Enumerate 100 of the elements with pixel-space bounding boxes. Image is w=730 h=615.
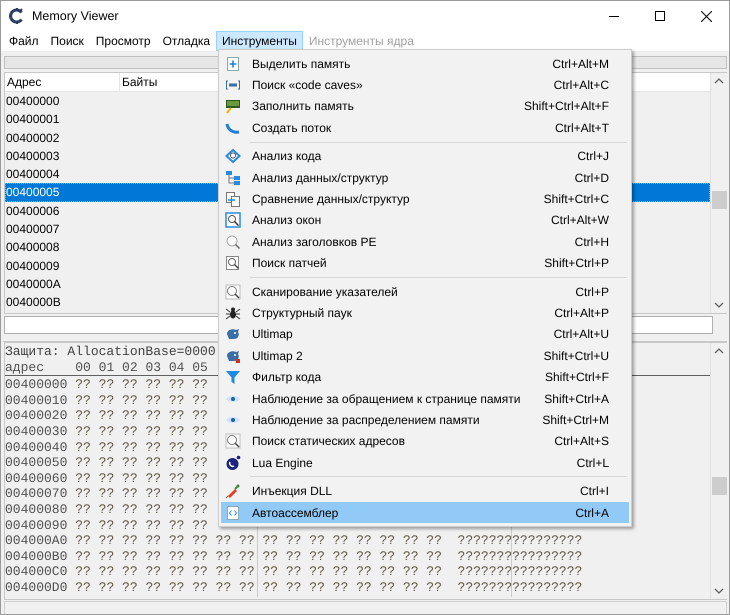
column-header: 00 01 02 03 04 05	[75, 360, 208, 375]
magnifier-icon	[225, 284, 241, 300]
code-file-icon	[225, 504, 241, 520]
hex-bytes: ?? ?? ?? ?? ?? ??	[75, 424, 208, 439]
column-header: адрес	[5, 360, 44, 375]
shortcut-text: Ctrl+H	[574, 234, 609, 249]
hex-bytes: ?? ?? ?? ?? ?? ?? ?? ?? ?? ?? ?? ?? ?? ?? ?? ??	[75, 548, 442, 564]
menu-item[interactable]: Ultimap 2 Shift+Ctrl+U	[221, 345, 629, 366]
shortcut-text: Ctrl+A	[575, 506, 609, 520]
shortcut-text: Ctrl+Alt+U	[554, 327, 609, 342]
syringe-icon	[225, 483, 241, 500]
menu-item[interactable]: Поиск патчей Shift+Ctrl+P	[221, 252, 629, 274]
menu-item[interactable]: Анализ данных/структур Ctrl+D	[221, 166, 629, 188]
hex-address: 00400020	[5, 408, 68, 424]
hex-bytes: ?? ?? ?? ?? ?? ?? ?? ?? ?? ?? ?? ?? ?? ?? ?? ??	[75, 533, 442, 548]
menu-item[interactable]: Структурный паук Ctrl+Alt+P	[221, 302, 629, 324]
menu-bar-item[interactable]: Файл	[3, 31, 45, 51]
menu-item[interactable]: Ultimap Ctrl+Alt+U	[221, 324, 629, 346]
hex-address: 00400070	[5, 486, 68, 502]
magnifier-icon	[225, 234, 241, 250]
cog-icon	[9, 8, 25, 24]
hex-bytes: ?? ?? ?? ?? ?? ?? ?? ?? ?? ?? ?? ?? ?? ?? ?? ??	[75, 580, 442, 595]
menu-item[interactable]: Создать поток Ctrl+Alt+T	[221, 117, 629, 139]
hex-address: 004000B0	[5, 548, 68, 564]
hex-address: 00400090	[5, 518, 68, 533]
hex-address: 00400010	[5, 392, 68, 408]
shortcut-text: Shift+Ctrl+C	[544, 192, 609, 206]
menu-item[interactable]: Наблюдение за распределением памяти Shift+Ctrl+M	[221, 409, 629, 431]
menu-item[interactable]: Lua Engine Ctrl+L	[221, 452, 629, 474]
memory-board-icon	[225, 98, 241, 114]
window-magnifier-icon	[225, 212, 241, 228]
close-icon	[700, 10, 712, 22]
menu-item[interactable]: Поиск статических адресов Ctrl+Alt+S	[221, 430, 629, 452]
hex-bytes: ?? ?? ?? ?? ?? ??	[75, 518, 208, 533]
shortcut-text: Shift+Ctrl+A	[544, 392, 609, 406]
hex-address: 00400080	[5, 502, 68, 517]
menu-item[interactable]: Заполнить память Shift+Ctrl+Alt+F	[221, 96, 629, 118]
protection-info: Защита: AllocationBase=0000	[5, 344, 216, 359]
shortcut-text: Shift+Ctrl+U	[544, 348, 609, 363]
shortcut-text: Shift+Ctrl+Alt+F	[524, 99, 609, 114]
maximize-icon	[655, 11, 665, 21]
menu-item[interactable]: Фильтр кода Shift+Ctrl+F	[221, 366, 629, 388]
hex-bytes: ?? ?? ?? ?? ?? ??	[75, 502, 208, 517]
planet-icon	[225, 454, 241, 471]
spider-icon	[225, 304, 241, 321]
scroll-thumb[interactable]	[712, 477, 726, 495]
hex-address: 00400030	[5, 424, 68, 439]
tree-icon	[225, 170, 241, 186]
hex-address: 00400060	[5, 470, 68, 486]
column-header[interactable]: Адрес	[5, 73, 120, 91]
shortcut-text: Shift+Ctrl+M	[542, 412, 609, 427]
menu-item[interactable]: Инъекция DLL Ctrl+I	[221, 480, 629, 502]
menu-item[interactable]: Автоассемблер Ctrl+A	[221, 502, 629, 524]
hex-bytes: ?? ?? ?? ?? ?? ??	[75, 392, 208, 408]
hex-address: 00400000	[5, 377, 68, 392]
menu-item[interactable]: Сравнение данных/структур Shift+Ctrl+C	[221, 188, 629, 210]
scroll-thumb[interactable]	[712, 191, 726, 209]
shortcut-text: Ctrl+L	[576, 456, 609, 470]
menu-item[interactable]: Выделить память Ctrl+Alt+M	[221, 53, 629, 74]
menu-item[interactable]: Анализ заголовков PE Ctrl+H	[221, 231, 629, 253]
hex-address: 004000C0	[5, 564, 68, 580]
menu-item[interactable]: Анализ окон Ctrl+Alt+W	[221, 210, 629, 232]
hex-bytes: ?? ?? ?? ?? ?? ??	[75, 408, 208, 424]
menu-bar-item[interactable]: Поиск	[44, 31, 90, 51]
hex-bytes: ?? ?? ?? ?? ?? ??	[75, 470, 208, 486]
hex-address: 00400040	[5, 440, 68, 455]
shortcut-text: Ctrl+P	[575, 284, 609, 299]
menu-bar-item[interactable]: Инструменты	[216, 31, 303, 51]
hex-address: 004000D0	[5, 580, 68, 595]
menu-item[interactable]: Поиск «code caves» Ctrl+Alt+C	[221, 74, 629, 96]
document-plus-icon	[225, 56, 241, 72]
document-magnifier-icon	[225, 255, 241, 272]
documents-icon	[225, 191, 241, 208]
hex-bytes: ?? ?? ?? ?? ?? ??	[75, 377, 208, 392]
menu-item[interactable]: Наблюдение за обращением к странице памяти Shift+Ctrl+A	[221, 388, 629, 410]
shortcut-text: Shift+Ctrl+F	[544, 370, 609, 384]
hex-bytes: ?? ?? ?? ?? ?? ?? ?? ?? ?? ?? ?? ?? ?? ?? ?? ??	[75, 564, 442, 580]
shortcut-text: Shift+Ctrl+P	[544, 256, 609, 270]
menu-bar-item[interactable]: Отладка	[156, 31, 216, 51]
shortcut-text: Ctrl+Alt+W	[550, 213, 609, 228]
shortcut-text: Ctrl+Alt+M	[552, 56, 609, 71]
shortcut-text: Ctrl+D	[574, 170, 609, 185]
hex-address: 00400050	[5, 455, 68, 470]
hex-address: 004000A0	[5, 533, 68, 548]
hex-bytes: ?? ?? ?? ?? ?? ??	[75, 455, 208, 470]
menu-item[interactable]: Анализ кода Ctrl+J	[221, 146, 629, 167]
menu-bar-item[interactable]: Просмотр	[90, 31, 157, 51]
diamond-icon	[225, 148, 241, 164]
window-title: Memory Viewer	[32, 9, 119, 23]
shortcut-text: Ctrl+J	[577, 149, 609, 164]
menu-item[interactable]: Сканирование указателей Ctrl+P	[221, 280, 629, 302]
shortcut-text: Ctrl+I	[580, 484, 609, 498]
shortcut-text: Ctrl+Alt+T	[554, 120, 609, 135]
funnel-icon	[225, 369, 241, 386]
hex-bytes: ?? ?? ?? ?? ?? ??	[75, 440, 208, 455]
magnifier-icon	[225, 433, 241, 450]
shortcut-text: Ctrl+Alt+P	[554, 306, 609, 320]
shortcut-text: Ctrl+Alt+S	[554, 434, 609, 448]
hex-bytes: ?? ?? ?? ?? ?? ??	[75, 486, 208, 502]
shortcut-text: Ctrl+Alt+C	[554, 78, 609, 92]
